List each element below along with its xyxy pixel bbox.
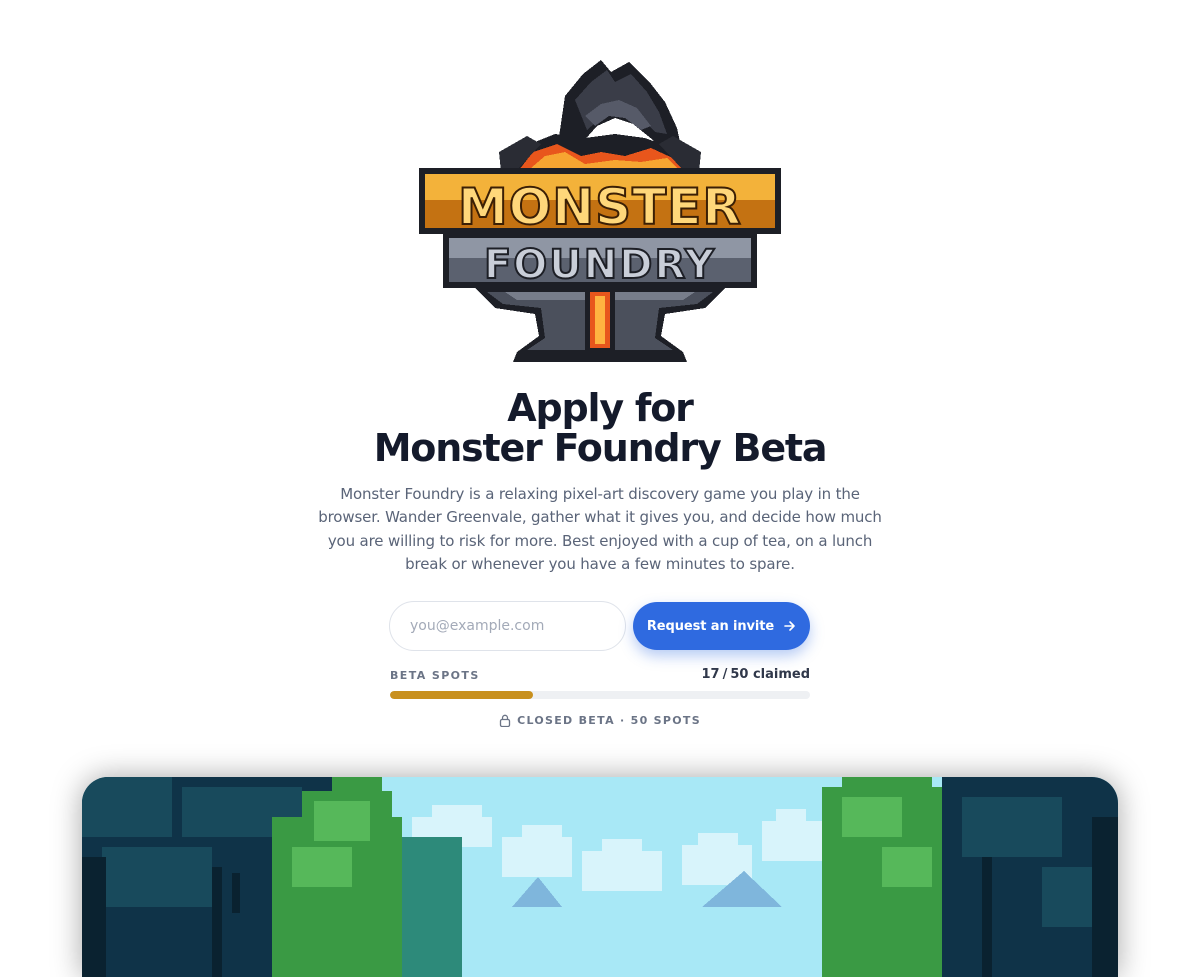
game-description: Monster Foundry is a relaxing pixel-art … [318,485,882,574]
beta-spots-progress-bar [390,691,810,699]
closed-beta-status: CLOSED BETA · 50 SPOTS [0,714,1200,727]
request-invite-label: Request an invite [646,618,775,634]
logo-word-foundry: FOUNDRY [484,242,716,288]
logo-word-monster: MONSTER [458,178,742,236]
beta-spots-count: 17/50 claimed [701,667,810,682]
game-logo: MONSTER FOUNDRY I [415,56,785,366]
greenvale-scene [82,777,1118,977]
lock-icon [499,714,511,727]
arrow-right-icon [784,621,795,631]
game-preview-image [82,777,1118,977]
total-count: 50 [730,667,749,682]
email-input[interactable] [389,601,626,651]
title-line-1: Apply for [507,386,694,430]
claimed-suffix: claimed [752,667,810,682]
page-title: Apply for Monster Foundry Beta [0,388,1200,468]
title-line-2: Monster Foundry Beta [373,426,828,470]
progress-fill [390,691,533,699]
beta-spots-label: BETA SPOTS [390,669,480,682]
request-invite-button[interactable]: Request an invite [633,602,810,650]
monster-foundry-logo-image: MONSTER FOUNDRY I [419,60,781,362]
claimed-count: 17 [701,667,720,682]
closed-beta-text: CLOSED BETA · 50 SPOTS [517,714,701,727]
